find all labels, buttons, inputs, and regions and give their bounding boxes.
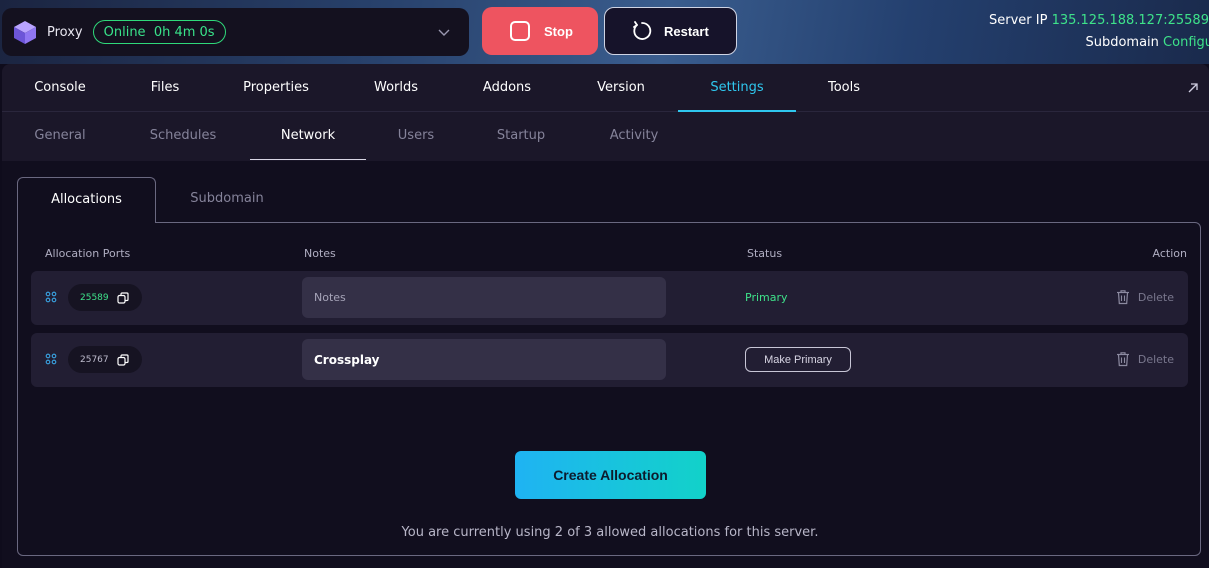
table-row: 25767 Crossplay Make Primary Delete bbox=[31, 333, 1188, 387]
delete-label: Delete bbox=[1137, 352, 1174, 366]
port-value: 25767 bbox=[80, 354, 109, 365]
trash-icon bbox=[1116, 352, 1129, 367]
delete-label: Delete bbox=[1137, 290, 1174, 304]
stop-button-label: Stop bbox=[544, 23, 573, 39]
tab-files[interactable]: Files bbox=[118, 64, 212, 112]
header-status: Status bbox=[747, 247, 783, 260]
tab-console[interactable]: Console bbox=[2, 64, 118, 112]
chevron-down-icon[interactable] bbox=[437, 25, 451, 39]
tab-version[interactable]: Version bbox=[562, 64, 680, 112]
main-panel: Console Files Properties Worlds Addons V… bbox=[2, 64, 1209, 568]
copy-icon[interactable] bbox=[117, 291, 129, 304]
stop-button[interactable]: Stop bbox=[482, 7, 598, 55]
server-info: Server IP 135.125.188.127:25589 Subdomai… bbox=[989, 12, 1209, 56]
expand-icon[interactable] bbox=[1187, 82, 1199, 94]
server-ip-label: Server IP bbox=[989, 13, 1048, 28]
tab-allocations[interactable]: Allocations bbox=[17, 177, 156, 223]
allocation-usage-text: You are currently using 2 of 3 allowed a… bbox=[401, 525, 819, 540]
main-tabs: Console Files Properties Worlds Addons V… bbox=[2, 64, 1209, 112]
top-bar: Proxy Online 0h 4m 0s Stop Restart Serve… bbox=[0, 0, 1209, 64]
tab-worlds[interactable]: Worlds bbox=[340, 64, 452, 112]
port-value: 25589 bbox=[80, 292, 109, 303]
header-action: Action bbox=[1152, 247, 1187, 260]
network-content: Allocations Subdomain Allocation Ports N… bbox=[2, 161, 1209, 568]
subtab-schedules[interactable]: Schedules bbox=[118, 112, 248, 160]
server-status-badge: Online 0h 4m 0s bbox=[92, 20, 226, 44]
tab-properties[interactable]: Properties bbox=[212, 64, 340, 112]
subtab-activity[interactable]: Activity bbox=[576, 112, 692, 160]
network-icon bbox=[45, 353, 57, 365]
notes-input[interactable]: Notes bbox=[302, 277, 666, 318]
header-allocation-ports: Allocation Ports bbox=[45, 247, 131, 260]
subtab-network[interactable]: Network bbox=[250, 112, 366, 160]
subtab-general[interactable]: General bbox=[2, 112, 118, 160]
delete-button[interactable]: Delete bbox=[1116, 351, 1174, 367]
subtab-startup[interactable]: Startup bbox=[466, 112, 576, 160]
status-primary: Primary bbox=[745, 291, 788, 304]
port-chip: 25767 bbox=[68, 346, 142, 373]
create-allocation-button[interactable]: Create Allocation bbox=[515, 451, 706, 499]
tab-subdomain[interactable]: Subdomain bbox=[162, 177, 292, 223]
server-ip-value[interactable]: 135.125.188.127:25589 bbox=[1052, 13, 1209, 28]
port-chip: 25589 bbox=[68, 284, 142, 311]
subdomain-configure-link[interactable]: Configu bbox=[1163, 35, 1209, 50]
notes-input[interactable]: Crossplay bbox=[302, 339, 666, 380]
restart-button[interactable]: Restart bbox=[604, 7, 737, 55]
network-icon bbox=[45, 291, 57, 303]
subtab-users[interactable]: Users bbox=[366, 112, 466, 160]
cube-logo-icon bbox=[14, 21, 36, 44]
restart-button-label: Restart bbox=[664, 23, 709, 39]
stop-icon bbox=[510, 21, 530, 41]
tab-tools[interactable]: Tools bbox=[796, 64, 892, 112]
delete-button[interactable]: Delete bbox=[1116, 289, 1174, 305]
settings-sub-tabs: General Schedules Network Users Startup … bbox=[2, 112, 1209, 161]
allocations-card: Allocation Ports Notes Status Action 255… bbox=[17, 222, 1201, 556]
trash-icon bbox=[1116, 290, 1129, 305]
tab-addons[interactable]: Addons bbox=[452, 64, 562, 112]
copy-icon[interactable] bbox=[117, 353, 129, 366]
header-notes: Notes bbox=[304, 247, 336, 260]
server-name: Proxy bbox=[47, 24, 83, 40]
restart-icon bbox=[633, 21, 652, 40]
server-selector[interactable]: Proxy Online 0h 4m 0s bbox=[2, 8, 469, 56]
tab-settings[interactable]: Settings bbox=[678, 64, 796, 112]
make-primary-button[interactable]: Make Primary bbox=[745, 347, 851, 372]
subdomain-label: Subdomain bbox=[1085, 35, 1159, 50]
table-row: 25589 Notes Primary Delete bbox=[31, 271, 1188, 325]
